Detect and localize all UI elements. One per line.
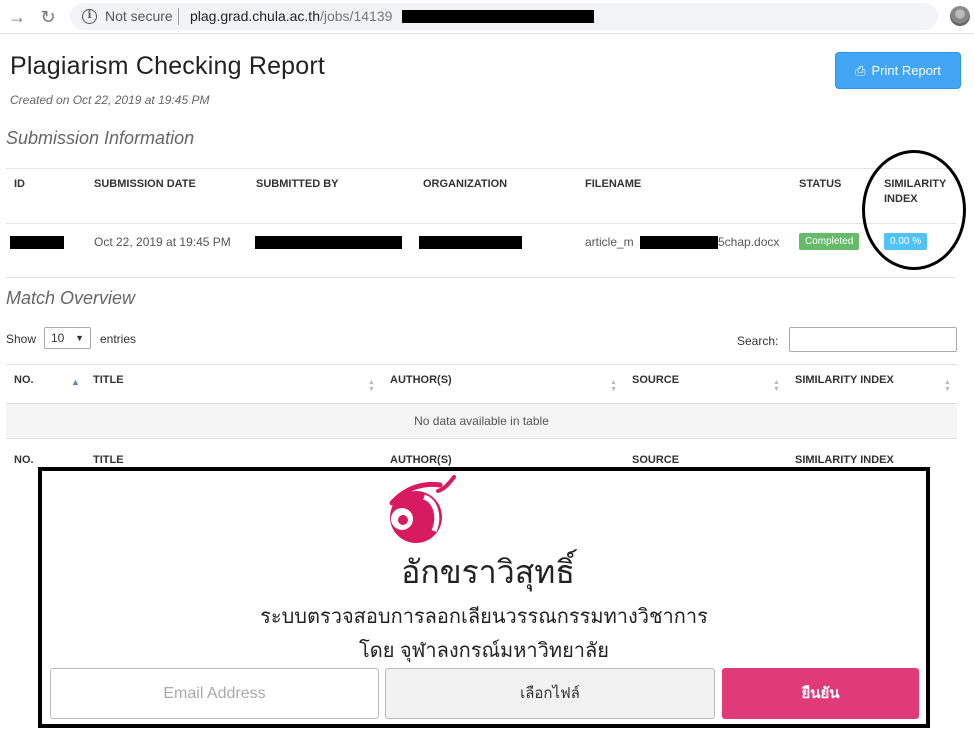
sort-asc-icon[interactable]: ▲: [71, 377, 80, 387]
choose-file-button[interactable]: เลือกไฟล์: [385, 668, 715, 719]
url-text: plag.grad.chula.ac.th/jobs/14139: [190, 8, 392, 24]
foot-col-no: NO.: [14, 454, 34, 466]
search-input[interactable]: [789, 327, 957, 352]
annotation-circle: [862, 150, 966, 270]
info-icon[interactable]: i: [82, 9, 97, 24]
confirm-button[interactable]: ยืนยัน: [722, 668, 919, 719]
col-submitted-by: SUBMITTED BY: [256, 178, 339, 190]
match-section-title: Match Overview: [6, 288, 136, 308]
entries-value: 10: [51, 331, 65, 345]
show-label: Show: [6, 332, 37, 346]
col-similarity[interactable]: SIMILARITY INDEX: [795, 373, 894, 388]
entries-select[interactable]: 10 ▼: [44, 327, 91, 349]
submission-header-row: ID SUBMISSION DATE SUBMITTED BY ORGANIZA…: [6, 168, 956, 224]
col-title[interactable]: TITLE: [93, 373, 124, 388]
brand-name: อักขราวิสุทธิ์: [401, 554, 575, 590]
filename-end: 5chap.docx: [718, 235, 780, 249]
printer-icon: ⎙: [855, 63, 866, 78]
col-source[interactable]: SOURCE: [632, 373, 679, 388]
tagline-university: โดย จุฬาลงกรณ์มหาวิทยาลัย: [359, 640, 609, 662]
foot-col-title: TITLE: [93, 454, 124, 466]
col-no[interactable]: NO.: [14, 373, 34, 388]
col-filename: FILENAME: [585, 178, 642, 190]
foot-col-authors: AUTHOR(S): [390, 454, 452, 466]
email-placeholder: Email Address: [163, 685, 266, 702]
filename-start: article_m: [585, 235, 634, 249]
match-footer-row: NO. TITLE AUTHOR(S) SOURCE SIMILARITY IN…: [6, 439, 957, 469]
created-timestamp: Created on Oct 22, 2019 at 19:45 PM: [10, 93, 210, 107]
brand-logo-icon: [389, 475, 456, 543]
url-path: /jobs/14139: [319, 8, 393, 24]
redacted-organization: [419, 236, 522, 249]
address-bar[interactable]: i Not secure plag.grad.chula.ac.th/jobs/…: [70, 3, 938, 30]
sort-icon[interactable]: ▲ ▼: [944, 379, 951, 393]
redacted-url-segment: [402, 10, 594, 23]
col-submission-date: SUBMISSION DATE: [94, 178, 196, 190]
foot-col-source: SOURCE: [632, 454, 680, 466]
login-overlay: อักขราวิสุทธิ์ ระบบตรวจสอบการลอกเลียนวรร…: [38, 467, 930, 728]
browser-toolbar: → ↻ i Not secure plag.grad.chula.ac.th/j…: [0, 0, 974, 34]
reload-icon[interactable]: ↻: [37, 6, 59, 28]
print-report-label: Print Report: [871, 63, 941, 78]
page-title: Plagiarism Checking Report: [10, 52, 326, 80]
url-separator: [178, 8, 179, 25]
submission-date-value: Oct 22, 2019 at 19:45 PM: [94, 235, 231, 249]
empty-table-message: No data available in table: [6, 404, 957, 439]
col-status: STATUS: [799, 178, 842, 190]
redacted-filename-part: [640, 236, 718, 249]
caret-down-icon: ▼: [75, 333, 84, 343]
profile-avatar[interactable]: [950, 6, 970, 26]
status-badge: Completed: [799, 233, 860, 250]
sort-icon[interactable]: ▲ ▼: [368, 379, 375, 393]
col-id: ID: [14, 178, 25, 190]
sort-icon[interactable]: ▲ ▼: [610, 379, 617, 393]
search-label: Search:: [737, 334, 779, 348]
forward-arrow-icon[interactable]: →: [6, 6, 28, 28]
security-label: Not secure: [105, 8, 173, 24]
match-header-row: NO. ▲ TITLE ▲ ▼ AUTHOR(S) ▲ ▼ SOURCE ▲ ▼ SI…: [6, 364, 957, 404]
entries-label: entries: [100, 332, 137, 346]
url-host: plag.grad.chula.ac.th: [190, 8, 320, 24]
tagline-system: ระบบตรวจสอบการลอกเลียนวรรณกรรมทางวิชาการ: [260, 606, 708, 628]
submission-data-row: Oct 22, 2019 at 19:45 PM article_m 5chap…: [6, 224, 956, 278]
sort-icon[interactable]: ▲ ▼: [773, 379, 780, 393]
col-authors[interactable]: AUTHOR(S): [390, 373, 452, 388]
print-report-button[interactable]: ⎙ Print Report: [835, 52, 961, 89]
col-organization: ORGANIZATION: [423, 178, 508, 190]
submission-section-title: Submission Information: [6, 128, 195, 148]
redacted-id: [10, 236, 64, 249]
redacted-submitter: [255, 236, 402, 249]
email-field[interactable]: Email Address: [50, 668, 379, 719]
foot-col-similarity: SIMILARITY INDEX: [795, 454, 894, 466]
